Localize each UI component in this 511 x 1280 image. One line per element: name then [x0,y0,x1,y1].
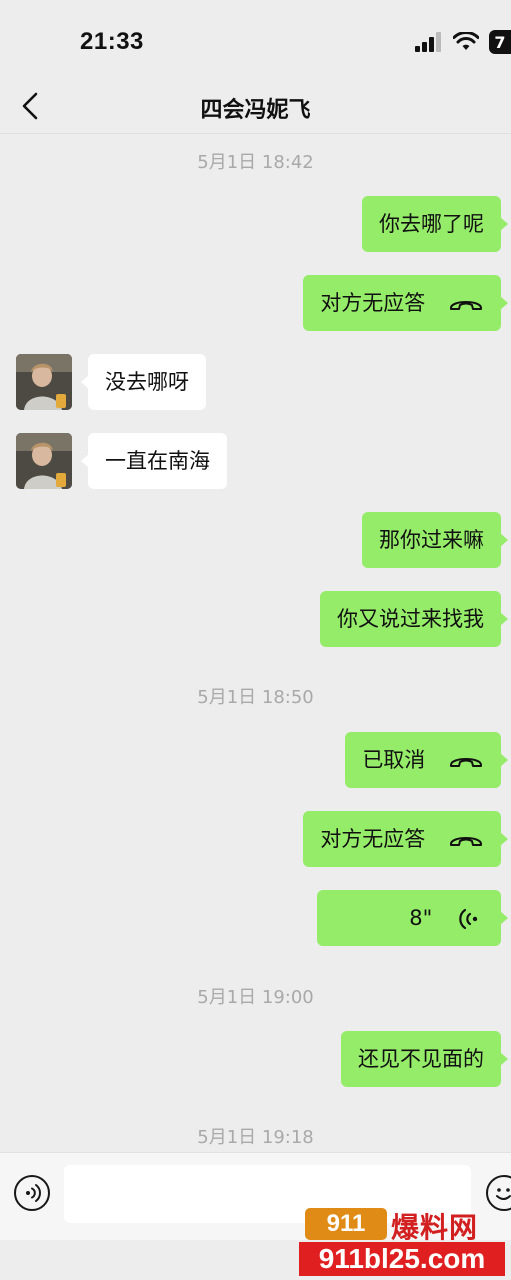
message-text: 你又说过来找我 [337,607,484,631]
phone-hangup-icon [450,301,482,310]
message-bubble-outgoing[interactable]: 那你过来嘛 [362,512,508,568]
watermark-url: 911bl25.com [299,1242,505,1276]
call-status-text: 对方无应答 [320,291,426,315]
watermark-logo: 911 [305,1208,387,1240]
timestamp: 5月1日 19:00 [197,987,314,1008]
message-text: 一直在南海 [105,449,210,473]
call-record-bubble[interactable]: 已取消 [345,732,508,788]
avatar-photo [16,354,72,410]
watermark: 911 爆料网 911bl25.com [299,1204,505,1276]
status-icons: 7 [415,30,511,54]
call-status-text: 已取消 [362,748,426,772]
watermark-title: 爆料网 [391,1211,479,1244]
signal-icon [415,32,441,52]
message-bubble-outgoing[interactable]: 你去哪了呢 [362,196,508,252]
wifi-icon [453,32,479,50]
voice-message-bubble[interactable]: 8" [317,890,508,946]
voice-toggle-icon [26,1184,41,1202]
status-time: 21:33 [80,28,144,55]
timestamp: 5月1日 18:50 [197,687,314,708]
avatar-photo [16,433,72,489]
message-text: 还见不见面的 [358,1047,484,1071]
call-record-bubble[interactable]: 对方无应答 [303,275,508,331]
avatar[interactable] [16,354,72,410]
timestamp: 5月1日 19:18 [197,1127,314,1148]
status-bar: 21:33 7 [0,0,511,80]
voice-duration: 8" [409,906,433,930]
message-text: 没去哪呀 [105,370,189,394]
call-status-text: 对方无应答 [320,827,426,851]
message-bubble-incoming[interactable]: 没去哪呀 [81,354,206,410]
avatar[interactable] [16,433,72,489]
message-text: 那你过来嘛 [379,528,484,552]
timestamp: 5月1日 18:42 [197,152,314,173]
chat-title: 四会冯妮飞 [200,98,311,123]
message-bubble-outgoing[interactable]: 还见不见面的 [341,1031,508,1087]
message-bubble-incoming[interactable]: 一直在南海 [81,433,227,489]
battery-indicator: 7 [489,30,511,54]
message-text: 你去哪了呢 [379,212,484,236]
phone-hangup-icon [450,837,482,846]
voice-wave-icon [459,908,478,930]
voice-toggle-button[interactable] [14,1175,50,1211]
chat-header: 四会冯妮飞 [0,80,511,134]
call-record-bubble[interactable]: 对方无应答 [303,811,508,867]
phone-hangup-icon [450,758,482,767]
message-bubble-outgoing[interactable]: 你又说过来找我 [320,591,508,647]
